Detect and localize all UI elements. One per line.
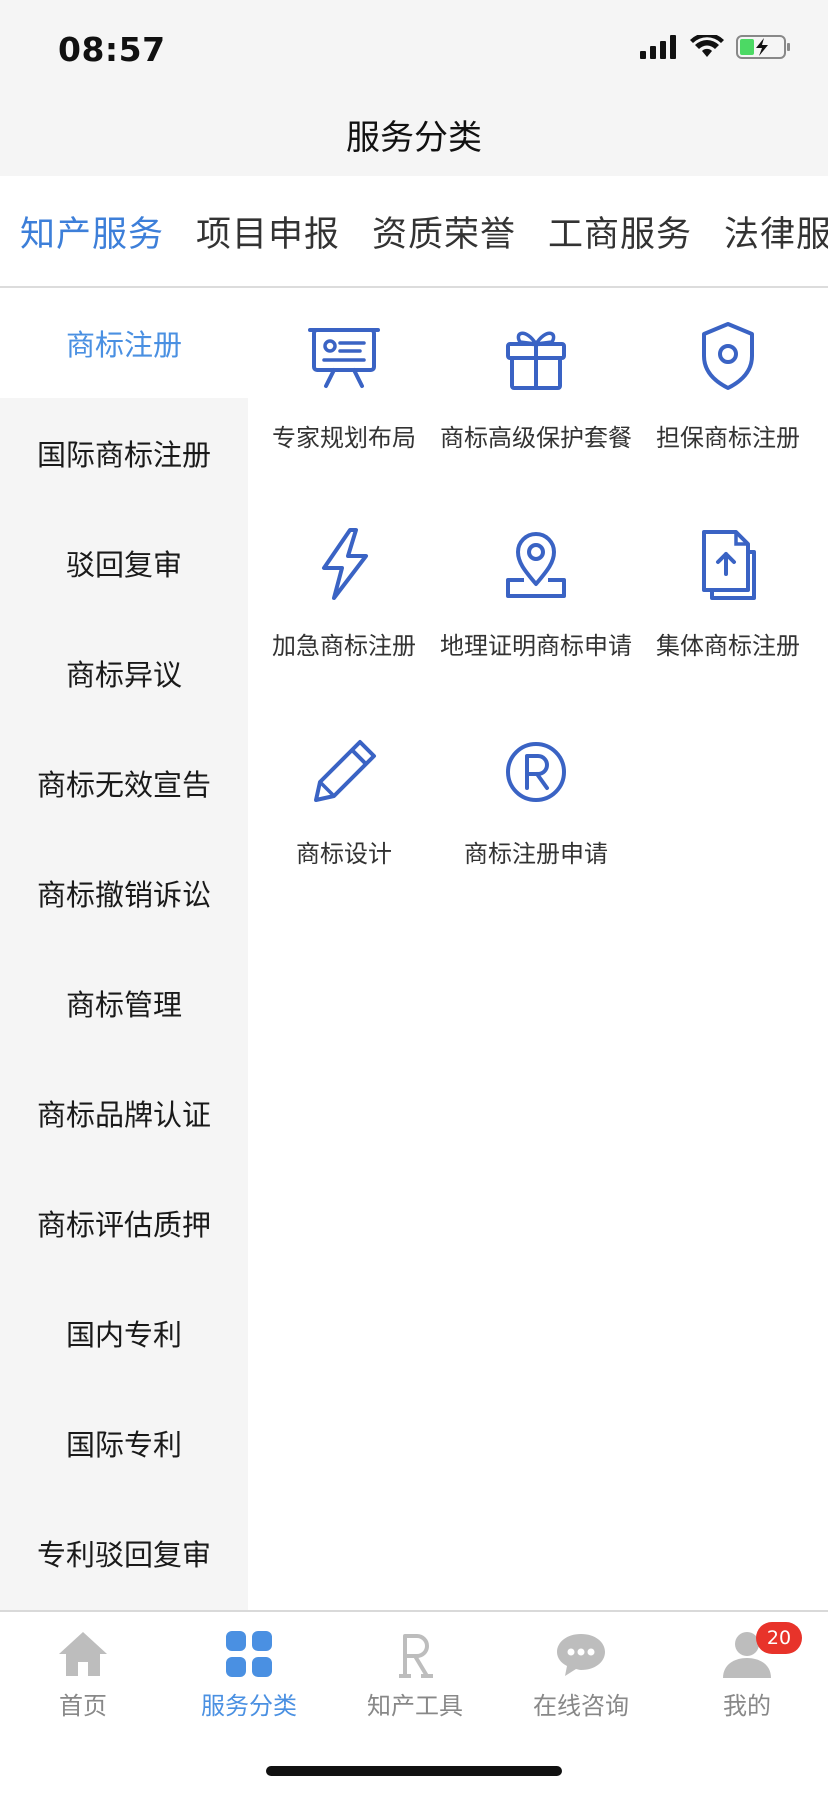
tabbar-online-consultation[interactable]: 在线咨询 <box>498 1628 664 1721</box>
tabbar-ip-tools[interactable]: 知产工具 <box>332 1628 498 1721</box>
service-label: 担保商标注册 <box>656 424 800 452</box>
service-collective-trademark[interactable]: 集体商标注册 <box>632 524 824 661</box>
service-grid: 专家规划布局 商标高级保护套餐 担保商标注册 加急商标注册 地理证明商标申请 集… <box>248 288 828 1610</box>
home-icon <box>59 1632 107 1676</box>
service-trademark-design[interactable]: 商标设计 <box>248 732 440 869</box>
grid-icon <box>226 1631 272 1677</box>
lightning-icon <box>322 528 368 600</box>
sidebar-item-international-trademark[interactable]: 国际商标注册 <box>0 398 248 508</box>
service-label: 集体商标注册 <box>656 632 800 660</box>
sidebar-item-patent-rejection-review[interactable]: 专利驳回复审 <box>0 1498 248 1608</box>
service-label: 专家规划布局 <box>272 424 416 452</box>
gift-icon <box>506 331 566 390</box>
service-label: 商标设计 <box>296 840 392 868</box>
service-premium-protection[interactable]: 商标高级保护套餐 <box>440 316 632 453</box>
sidebar-item-domestic-patent[interactable]: 国内专利 <box>0 1278 248 1388</box>
tabbar-service-categories[interactable]: 服务分类 <box>166 1628 332 1721</box>
registered-mark-icon <box>506 742 566 802</box>
tabbar-home[interactable]: 首页 <box>0 1628 166 1721</box>
tab-business-services[interactable]: 工商服务 <box>548 206 692 257</box>
sidebar-item-revocation-litigation[interactable]: 商标撤销诉讼 <box>0 838 248 948</box>
tab-ip-services[interactable]: 知产服务 <box>20 206 164 257</box>
status-time: 08:57 <box>58 30 166 69</box>
service-urgent-registration[interactable]: 加急商标注册 <box>248 524 440 661</box>
service-label: 商标高级保护套餐 <box>440 424 632 452</box>
tab-legal-services[interactable]: 法律服 <box>724 206 828 257</box>
chat-bubble-icon <box>557 1634 605 1676</box>
sidebar-item-rejection-review[interactable]: 驳回复审 <box>0 508 248 618</box>
sidebar: 商标注册 国际商标注册 驳回复审 商标异议 商标无效宣告 商标撤销诉讼 商标管理… <box>0 288 248 1610</box>
home-indicator <box>266 1766 562 1776</box>
tabbar-label: 服务分类 <box>201 1692 297 1720</box>
sidebar-item-trademark-opposition[interactable]: 商标异议 <box>0 618 248 728</box>
tab-project-declaration[interactable]: 项目申报 <box>196 206 340 257</box>
tabbar-profile[interactable]: 20 我的 <box>664 1622 828 1721</box>
tabbar-label: 在线咨询 <box>533 1692 629 1720</box>
sidebar-item-brand-certification[interactable]: 商标品牌认证 <box>0 1058 248 1168</box>
wifi-icon <box>690 35 724 57</box>
tab-qualification-honor[interactable]: 资质荣誉 <box>372 206 516 257</box>
signal-icon <box>640 35 676 59</box>
service-label: 地理证明商标申请 <box>440 632 632 660</box>
sidebar-item-trademark-management[interactable]: 商标管理 <box>0 948 248 1058</box>
document-upload-icon <box>702 530 756 600</box>
tabbar-label: 知产工具 <box>367 1692 463 1720</box>
notification-badge: 20 <box>756 1622 802 1654</box>
sidebar-item-trademark-registration[interactable]: 商标注册 <box>0 288 248 398</box>
page-title: 服务分类 <box>346 117 482 158</box>
category-tabs: 知产服务 项目申报 资质荣誉 工商服务 法律服 <box>0 176 828 288</box>
status-bar: 08:57 <box>0 0 828 92</box>
service-geographical-trademark[interactable]: 地理证明商标申请 <box>440 524 632 661</box>
presentation-board-icon <box>308 328 380 388</box>
service-guaranteed-registration[interactable]: 担保商标注册 <box>632 316 824 453</box>
tabbar-label: 我的 <box>723 1692 771 1720</box>
sidebar-item-invalidation[interactable]: 商标无效宣告 <box>0 728 248 838</box>
service-expert-planning[interactable]: 专家规划布局 <box>248 316 440 453</box>
shield-icon <box>702 322 754 390</box>
location-pin-icon <box>506 532 566 598</box>
pencil-icon <box>314 740 376 802</box>
service-label: 加急商标注册 <box>272 632 416 660</box>
tabbar-label: 首页 <box>59 1692 107 1720</box>
service-registration-application[interactable]: 商标注册申请 <box>440 732 632 869</box>
battery-charging-icon <box>736 35 790 59</box>
sidebar-item-international-patent[interactable]: 国际专利 <box>0 1388 248 1498</box>
status-icons <box>640 34 792 60</box>
r-letter-icon <box>399 1634 433 1678</box>
service-label: 商标注册申请 <box>464 840 608 868</box>
sidebar-item-valuation-pledge[interactable]: 商标评估质押 <box>0 1168 248 1278</box>
nav-header: 服务分类 <box>0 92 828 176</box>
